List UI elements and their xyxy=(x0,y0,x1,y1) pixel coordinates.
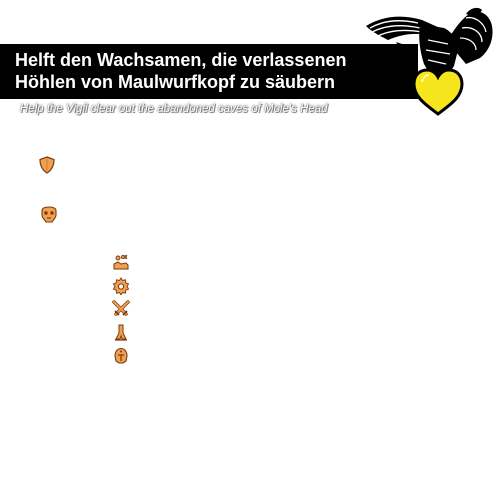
game-screenshot: Helft den Wachsamen, die verlassenen Höh… xyxy=(0,0,500,500)
quest-title: Helft den Wachsamen, die verlassenen Höh… xyxy=(15,50,347,92)
trap-icon xyxy=(115,324,127,341)
gear-icon xyxy=(112,277,130,295)
helmet-icon xyxy=(114,347,128,364)
shield-icon xyxy=(39,156,55,174)
skull-icon xyxy=(41,206,57,223)
heart-icon xyxy=(412,68,464,116)
quest-translation: Help the Vigil clear out the abandoned c… xyxy=(20,103,328,115)
hand-loot-icon xyxy=(113,254,129,270)
crossed-swords-icon xyxy=(112,300,130,316)
